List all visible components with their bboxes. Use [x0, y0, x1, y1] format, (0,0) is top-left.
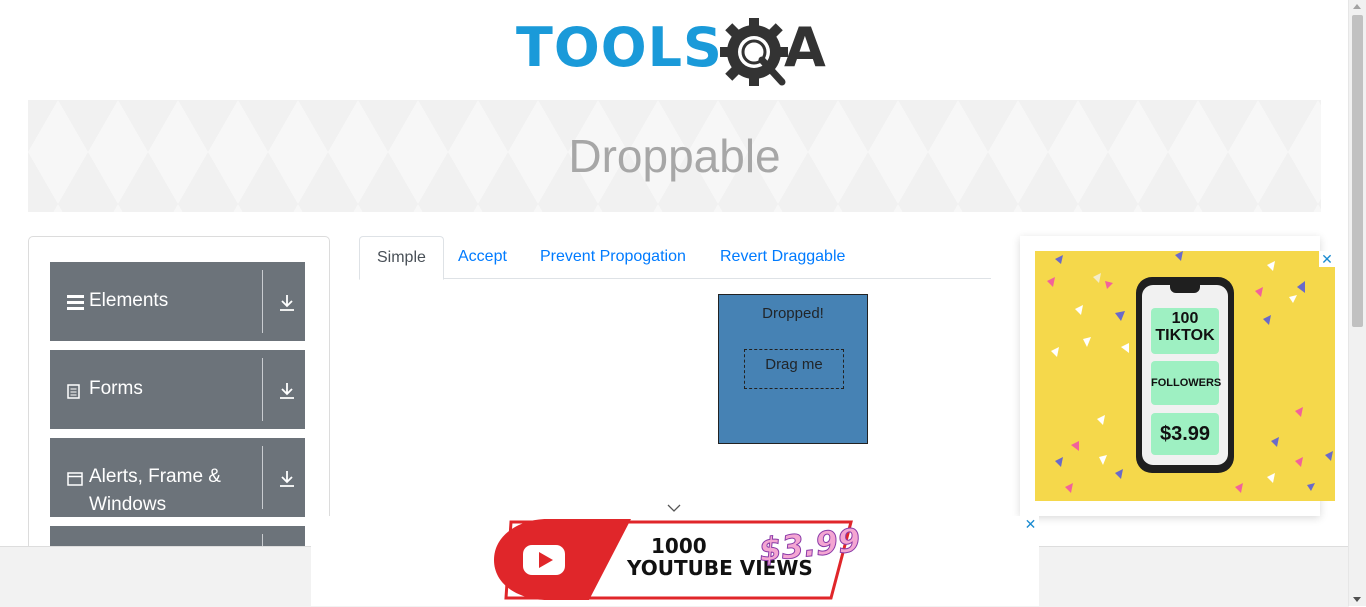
download-arrow-icon[interactable]	[279, 382, 295, 400]
phone-screen: 100 TIKTOK FOLLOWERS $3.99	[1142, 285, 1228, 465]
tiktok-price: $3.99	[1151, 413, 1219, 455]
divider	[262, 358, 263, 421]
scroll-up-icon[interactable]	[1353, 4, 1361, 9]
followers-label: FOLLOWERS	[1151, 361, 1221, 405]
hamburger-icon	[67, 295, 84, 310]
sidebar-group-alerts[interactable]: Alerts, Frame & Windows	[50, 438, 305, 517]
sidebar: Elements Forms Alerts, Frame & Windows	[28, 236, 330, 568]
drop-status-text: Dropped!	[762, 305, 824, 322]
sidebar-group-label: Elements	[89, 290, 169, 311]
page-banner: Droppable	[28, 100, 1321, 212]
logo-text-end: A	[784, 16, 826, 79]
tiktok-ad[interactable]: 100 TIKTOK FOLLOWERS $3.99	[1035, 251, 1335, 501]
logo-text: TOOLS	[516, 16, 723, 79]
phone-notch	[1170, 285, 1200, 293]
drag-label: Drag me	[765, 356, 823, 373]
chevron-down-icon[interactable]	[667, 504, 681, 513]
tiktok-count-box: 100 TIKTOK	[1151, 308, 1219, 354]
toolsqa-logo[interactable]: TOOLS A	[516, 16, 838, 92]
scroll-thumb[interactable]	[1352, 15, 1363, 327]
sidebar-group-elements[interactable]: Elements	[50, 262, 305, 341]
youtube-count: 1000	[651, 534, 707, 558]
page-title: Droppable	[568, 130, 781, 182]
page-scrollbar[interactable]	[1348, 0, 1366, 606]
draggable-box[interactable]: Drag me	[744, 349, 844, 389]
phone-illustration: 100 TIKTOK FOLLOWERS $3.99	[1136, 277, 1234, 473]
tab-simple[interactable]: Simple	[359, 236, 444, 280]
tab-accept[interactable]: Accept	[441, 236, 524, 278]
scroll-down-icon[interactable]	[1353, 597, 1361, 602]
download-arrow-icon[interactable]	[279, 294, 295, 312]
tiktok-count: 100	[1171, 310, 1199, 327]
divider	[262, 446, 263, 509]
document-icon	[67, 384, 80, 399]
sidebar-group-label: Alerts, Frame & Windows	[89, 466, 221, 515]
tab-revert-draggable[interactable]: Revert Draggable	[703, 236, 862, 278]
divider	[262, 270, 263, 333]
window-icon	[67, 472, 83, 486]
tab-prevent-propogation[interactable]: Prevent Propogation	[523, 236, 703, 278]
download-arrow-icon[interactable]	[279, 470, 295, 488]
tiktok-label: TIKTOK	[1155, 327, 1215, 344]
droppable-target[interactable]: Dropped! Drag me	[718, 294, 868, 444]
close-ad-icon[interactable]: ✕	[1022, 516, 1039, 533]
youtube-ad[interactable]: 1000 YOUTUBE VIEWS $3.99	[311, 516, 1039, 606]
sidebar-group-forms[interactable]: Forms	[50, 350, 305, 429]
sidebar-group-label: Forms	[89, 378, 143, 399]
close-ad-icon[interactable]: ✕	[1319, 251, 1335, 267]
droppable-tabs: Simple Accept Prevent Propogation Revert…	[359, 236, 991, 280]
